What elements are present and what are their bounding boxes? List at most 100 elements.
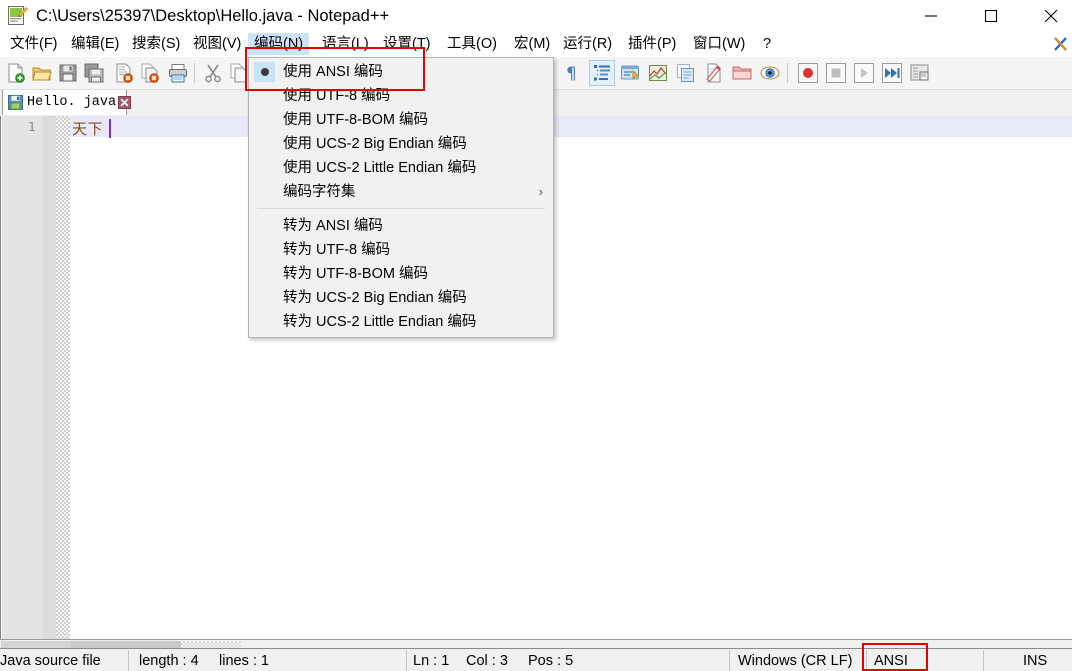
menu-encoding[interactable]: 编码(N) (248, 33, 310, 55)
menu-item-label: 使用 UTF-8-BOM 编码 (283, 112, 428, 128)
show-indent-guide-icon[interactable] (589, 60, 615, 86)
menu-item-use-ansi[interactable]: 使用 ANSI 编码 (249, 60, 553, 84)
menu-item-use-utf8[interactable]: 使用 UTF-8 编码 (249, 84, 553, 108)
menu-item-convert-ucs2-le[interactable]: 转为 UCS-2 Little Endian 编码 (249, 310, 553, 334)
menu-bar: 文件(F) 编辑(E) 搜索(S) 视图(V) 编码(N) 语言(L) 设置(T… (0, 33, 1072, 57)
record-macro-icon[interactable] (795, 60, 821, 86)
notepad-plus-plus-icon (7, 5, 28, 26)
menu-item-convert-utf8-bom[interactable]: 转为 UTF-8-BOM 编码 (249, 262, 553, 286)
stop-recording-icon[interactable] (823, 60, 849, 86)
save-macro-icon[interactable] (907, 60, 933, 86)
menu-tools[interactable]: 工具(O) (441, 33, 503, 55)
toolbar-separator (787, 63, 788, 83)
menu-help[interactable]: ? (757, 33, 777, 55)
status-encoding[interactable]: ANSI (874, 652, 908, 670)
status-file-type: Java source file (0, 653, 101, 669)
menu-window[interactable]: 窗口(W) (687, 33, 751, 55)
notepad-plus-plus-window: C:\Users\25397\Desktop\Hello.java - Note… (0, 0, 1072, 671)
menu-item-label: 使用 UCS-2 Little Endian 编码 (283, 160, 477, 176)
horizontal-scrollbar[interactable] (0, 639, 1072, 648)
status-eol[interactable]: Windows (CR LF) (738, 652, 852, 670)
menu-macro[interactable]: 宏(M) (508, 33, 556, 55)
tab-label: Hello. java (27, 95, 117, 110)
fold-margin[interactable] (42, 116, 56, 639)
menu-item-convert-ansi[interactable]: 转为 ANSI 编码 (249, 214, 553, 238)
menu-edit[interactable]: 编辑(E) (65, 33, 125, 55)
menu-item-label: 转为 UTF-8 编码 (283, 242, 391, 258)
menu-item-label: 转为 UCS-2 Little Endian 编码 (283, 314, 477, 330)
chevron-right-icon: › (538, 184, 543, 199)
save-icon[interactable] (55, 60, 81, 86)
bookmark-margin[interactable] (56, 116, 70, 639)
menu-item-label: 使用 UTF-8 编码 (283, 88, 391, 104)
menu-plugins[interactable]: 插件(P) (622, 33, 682, 55)
menu-item-label: 编码字符集 (283, 184, 356, 200)
status-separator (128, 650, 129, 671)
show-all-characters-icon[interactable]: ¶ (559, 60, 585, 86)
menu-item-label: 使用 ANSI 编码 (283, 64, 383, 80)
menu-search[interactable]: 搜索(S) (126, 33, 186, 55)
menu-separator (257, 208, 545, 209)
status-separator (406, 650, 407, 671)
status-lines: lines : 1 (219, 653, 269, 669)
document-map-icon[interactable] (645, 60, 671, 86)
status-pos: Pos : 5 (528, 653, 574, 669)
encoding-dropdown-menu: 使用 ANSI 编码 使用 UTF-8 编码 使用 UTF-8-BOM 编码 使… (248, 57, 554, 338)
status-length: length : 4 (139, 653, 199, 669)
menu-item-character-set[interactable]: 编码字符集 › (249, 180, 553, 204)
line-number-margin: 1 (2, 116, 42, 639)
menu-settings[interactable]: 设置(T) (377, 33, 437, 55)
minimize-button[interactable] (908, 0, 954, 31)
menu-item-convert-utf8[interactable]: 转为 UTF-8 编码 (249, 238, 553, 262)
menu-file[interactable]: 文件(F) (4, 33, 64, 55)
run-macro-multiple-icon[interactable] (879, 60, 905, 86)
folder-as-workspace-icon[interactable] (729, 60, 755, 86)
menu-item-use-ucs2-be[interactable]: 使用 UCS-2 Big Endian 编码 (249, 132, 553, 156)
menu-item-label: 转为 UTF-8-BOM 编码 (283, 266, 428, 282)
document-switcher-icon[interactable] (701, 60, 727, 86)
new-file-icon[interactable] (3, 60, 29, 86)
text-caret (109, 119, 111, 138)
tab-close-icon[interactable] (118, 96, 132, 109)
menu-item-use-ucs2-le[interactable]: 使用 UCS-2 Little Endian 编码 (249, 156, 553, 180)
menu-item-use-utf8-bom[interactable]: 使用 UTF-8-BOM 编码 (249, 108, 553, 132)
status-separator (983, 650, 984, 671)
status-separator (866, 650, 867, 671)
save-all-icon[interactable] (81, 60, 107, 86)
svg-text:¶: ¶ (566, 64, 577, 83)
line-number: 1 (28, 119, 36, 134)
scrollbar-thumb[interactable] (1, 641, 71, 648)
close-button[interactable] (1028, 0, 1072, 31)
close-all-files-icon[interactable] (137, 60, 163, 86)
status-bar: Java source file length : 4 lines : 1 Ln… (0, 648, 1072, 671)
menu-language[interactable]: 语言(L) (316, 33, 375, 55)
status-insert-mode[interactable]: INS (1023, 652, 1047, 670)
current-line-highlight (70, 116, 1072, 137)
toolbar-separator (194, 63, 195, 83)
tab-hello-java[interactable]: Hello. java (2, 90, 132, 115)
menu-run[interactable]: 运行(R) (557, 33, 618, 55)
open-file-icon[interactable] (29, 60, 55, 86)
title-bar: C:\Users\25397\Desktop\Hello.java - Note… (0, 0, 1072, 32)
status-ln: Ln : 1 (413, 653, 450, 669)
cut-icon[interactable] (200, 60, 226, 86)
menu-item-label: 转为 ANSI 编码 (283, 218, 383, 234)
saved-file-icon (8, 95, 23, 110)
window-title: C:\Users\25397\Desktop\Hello.java - Note… (36, 7, 390, 25)
user-defined-language-icon[interactable] (617, 60, 643, 86)
scrollbar-track[interactable] (181, 641, 241, 648)
close-document-x-icon[interactable] (1053, 35, 1069, 53)
scrollbar-thumb-secondary[interactable] (71, 641, 181, 648)
code-text-line-1: 天下 (72, 120, 104, 138)
menu-view[interactable]: 视图(V) (187, 33, 247, 55)
menu-item-label: 使用 UCS-2 Big Endian 编码 (283, 136, 467, 152)
monitoring-icon[interactable] (757, 60, 783, 86)
print-icon[interactable] (165, 60, 191, 86)
play-macro-icon[interactable] (851, 60, 877, 86)
close-file-icon[interactable] (111, 60, 137, 86)
function-list-icon[interactable] (673, 60, 699, 86)
maximize-button[interactable] (968, 0, 1014, 31)
menu-item-convert-ucs2-be[interactable]: 转为 UCS-2 Big Endian 编码 (249, 286, 553, 310)
menu-item-label: 转为 UCS-2 Big Endian 编码 (283, 290, 467, 306)
radio-selected-icon (254, 62, 275, 82)
